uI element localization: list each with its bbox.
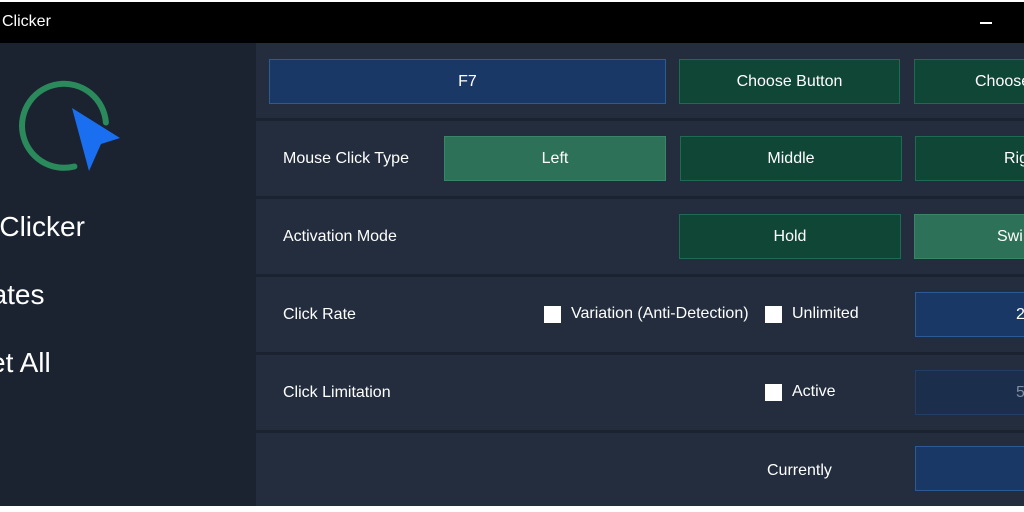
click-limitation-row: Click Limitation Active 5 bbox=[256, 355, 1024, 430]
mouse-click-type-row: Mouse Click Type Left Middle Rig bbox=[256, 121, 1024, 196]
active-checkbox[interactable]: Active bbox=[765, 383, 836, 401]
click-type-left-button[interactable]: Left bbox=[444, 136, 666, 181]
click-type-middle-button[interactable]: Middle bbox=[680, 136, 902, 181]
variation-label: Variation (Anti-Detection) bbox=[571, 305, 749, 322]
app-window: Clicker o Clicker dates set All F7 Choos… bbox=[0, 2, 1024, 506]
active-label: Active bbox=[792, 383, 836, 400]
checkbox-icon[interactable] bbox=[544, 305, 561, 323]
checkbox-icon[interactable] bbox=[765, 383, 782, 401]
unlimited-checkbox[interactable]: Unlimited bbox=[765, 305, 859, 323]
hotkey-button[interactable]: F7 bbox=[269, 59, 666, 104]
click-rate-label: Click Rate bbox=[283, 306, 356, 323]
checkbox-icon[interactable] bbox=[765, 305, 782, 323]
hotkey-row: F7 Choose Button Choose bbox=[256, 43, 1024, 118]
minimize-icon[interactable] bbox=[974, 2, 998, 43]
clicker-logo-icon bbox=[19, 80, 120, 171]
choose-button[interactable]: Choose Button bbox=[679, 59, 900, 104]
sidebar: o Clicker dates set All bbox=[0, 43, 256, 506]
choose-key-button[interactable]: Choose bbox=[914, 59, 1024, 104]
click-type-right-button[interactable]: Rig bbox=[915, 136, 1024, 181]
sidebar-item-auto-clicker[interactable]: o Clicker bbox=[0, 211, 85, 243]
currently-value bbox=[915, 446, 1024, 491]
click-limitation-label: Click Limitation bbox=[283, 384, 391, 401]
title-bar: Clicker bbox=[0, 2, 1024, 43]
sidebar-item-updates[interactable]: dates bbox=[0, 279, 45, 311]
activation-mode-label: Activation Mode bbox=[283, 228, 397, 245]
currently-label: Currently bbox=[767, 462, 832, 479]
click-limit-input[interactable]: 5 bbox=[915, 370, 1024, 415]
click-rate-row: Click Rate Variation (Anti-Detection) Un… bbox=[256, 277, 1024, 352]
activation-hold-button[interactable]: Hold bbox=[679, 214, 901, 259]
currently-row: Currently bbox=[256, 433, 1024, 506]
activation-mode-row: Activation Mode Hold Swi bbox=[256, 199, 1024, 274]
activation-switch-button[interactable]: Swi bbox=[914, 214, 1024, 259]
click-rate-input[interactable]: 2 bbox=[915, 292, 1024, 337]
sidebar-item-reset-all[interactable]: set All bbox=[0, 347, 51, 379]
unlimited-label: Unlimited bbox=[792, 305, 859, 322]
window-title: Clicker bbox=[2, 13, 51, 30]
variation-checkbox[interactable]: Variation (Anti-Detection) bbox=[544, 305, 749, 323]
mouse-click-type-label: Mouse Click Type bbox=[283, 150, 409, 167]
settings-panel: F7 Choose Button Choose Mouse Click Type… bbox=[256, 43, 1024, 506]
